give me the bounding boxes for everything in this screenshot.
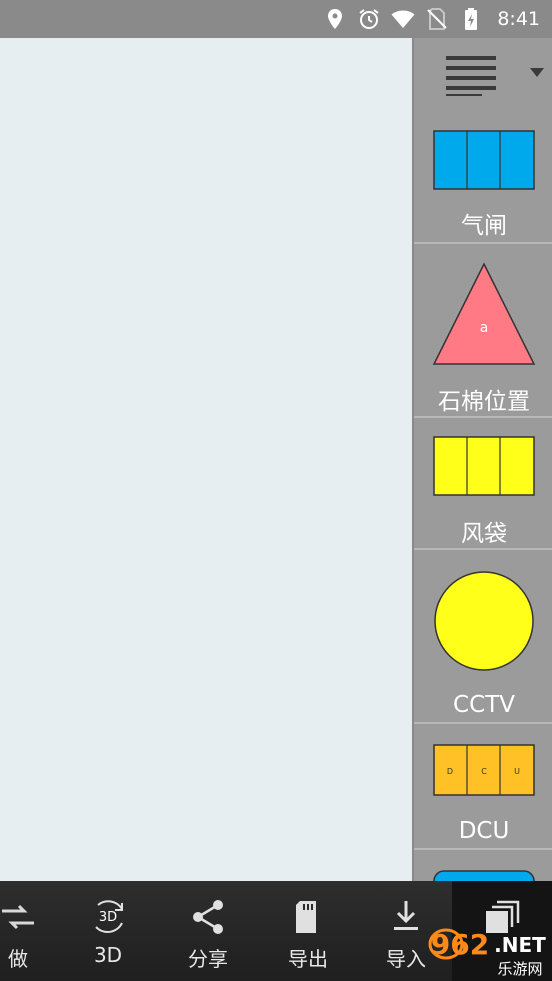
watermark-subtext: 乐游网 <box>497 960 542 978</box>
palette-item-partial[interactable] <box>414 850 552 881</box>
palette-item-label: CCTV <box>453 692 515 718</box>
status-icons: 8:41 <box>323 0 540 38</box>
airlock-shape-icon <box>433 130 535 190</box>
export-button[interactable]: 导出 <box>260 881 356 981</box>
palette-item-windsock[interactable]: 风袋 <box>414 418 552 550</box>
location-icon <box>328 9 343 29</box>
cctv-circle-icon <box>434 571 534 671</box>
palette-item-label: DCU <box>458 818 510 844</box>
watermark-number: 962 <box>431 928 489 961</box>
export-label: 导出 <box>288 947 328 971</box>
palette-item-asbestos-location[interactable]: a 石棉位置 <box>414 244 552 418</box>
status-bar: 8:41 <box>0 0 552 38</box>
redo-icon <box>2 904 34 930</box>
3d-button[interactable]: 3D 3D <box>60 881 156 981</box>
triangle-inner-text: a <box>480 320 489 336</box>
list-menu-icon[interactable] <box>446 54 498 96</box>
watermark-suffix: .NET <box>494 933 546 957</box>
palette-item-dcu[interactable]: D C U DCU <box>414 724 552 850</box>
shape-palette: 气闸 a 石棉位置 风袋 CCTV D C U DCU <box>412 38 552 881</box>
rotate-3d-icon: 3D <box>95 900 123 933</box>
dropdown-arrow-icon[interactable] <box>530 68 544 78</box>
share-label: 分享 <box>188 947 228 971</box>
status-time: 8:41 <box>497 8 540 30</box>
share-button[interactable]: 分享 <box>160 881 256 981</box>
palette-header <box>414 38 552 110</box>
3d-label: 3D <box>93 943 123 967</box>
share-icon <box>193 900 223 934</box>
asbestos-triangle-icon: a <box>432 262 536 365</box>
dcu-panel-letter: U <box>514 767 520 776</box>
redo-label: 做 <box>8 947 28 971</box>
windsock-shape-icon <box>433 436 535 496</box>
alarm-icon <box>359 9 379 29</box>
sd-card-icon <box>296 901 316 933</box>
watermark-logo: 962 .NET 乐游网 <box>428 928 546 978</box>
palette-item-cctv[interactable]: CCTV <box>414 550 552 724</box>
palette-item-label: 石棉位置 <box>438 389 530 415</box>
battery-charging-icon <box>465 8 478 30</box>
3d-icon-text: 3D <box>99 910 117 925</box>
dcu-panel-letter: D <box>447 767 453 776</box>
redo-button[interactable]: 做 <box>0 881 66 981</box>
palette-item-label: 风袋 <box>461 521 507 547</box>
partial-shape-icon <box>433 870 535 881</box>
wifi-icon <box>391 10 415 28</box>
dcu-shape-icon: D C U <box>433 744 535 796</box>
drawing-canvas[interactable] <box>0 38 412 881</box>
palette-item-airlock[interactable]: 气闸 <box>414 110 552 244</box>
palette-item-label: 气闸 <box>461 213 507 239</box>
no-sim-icon <box>427 8 448 30</box>
dcu-panel-letter: C <box>481 767 487 776</box>
